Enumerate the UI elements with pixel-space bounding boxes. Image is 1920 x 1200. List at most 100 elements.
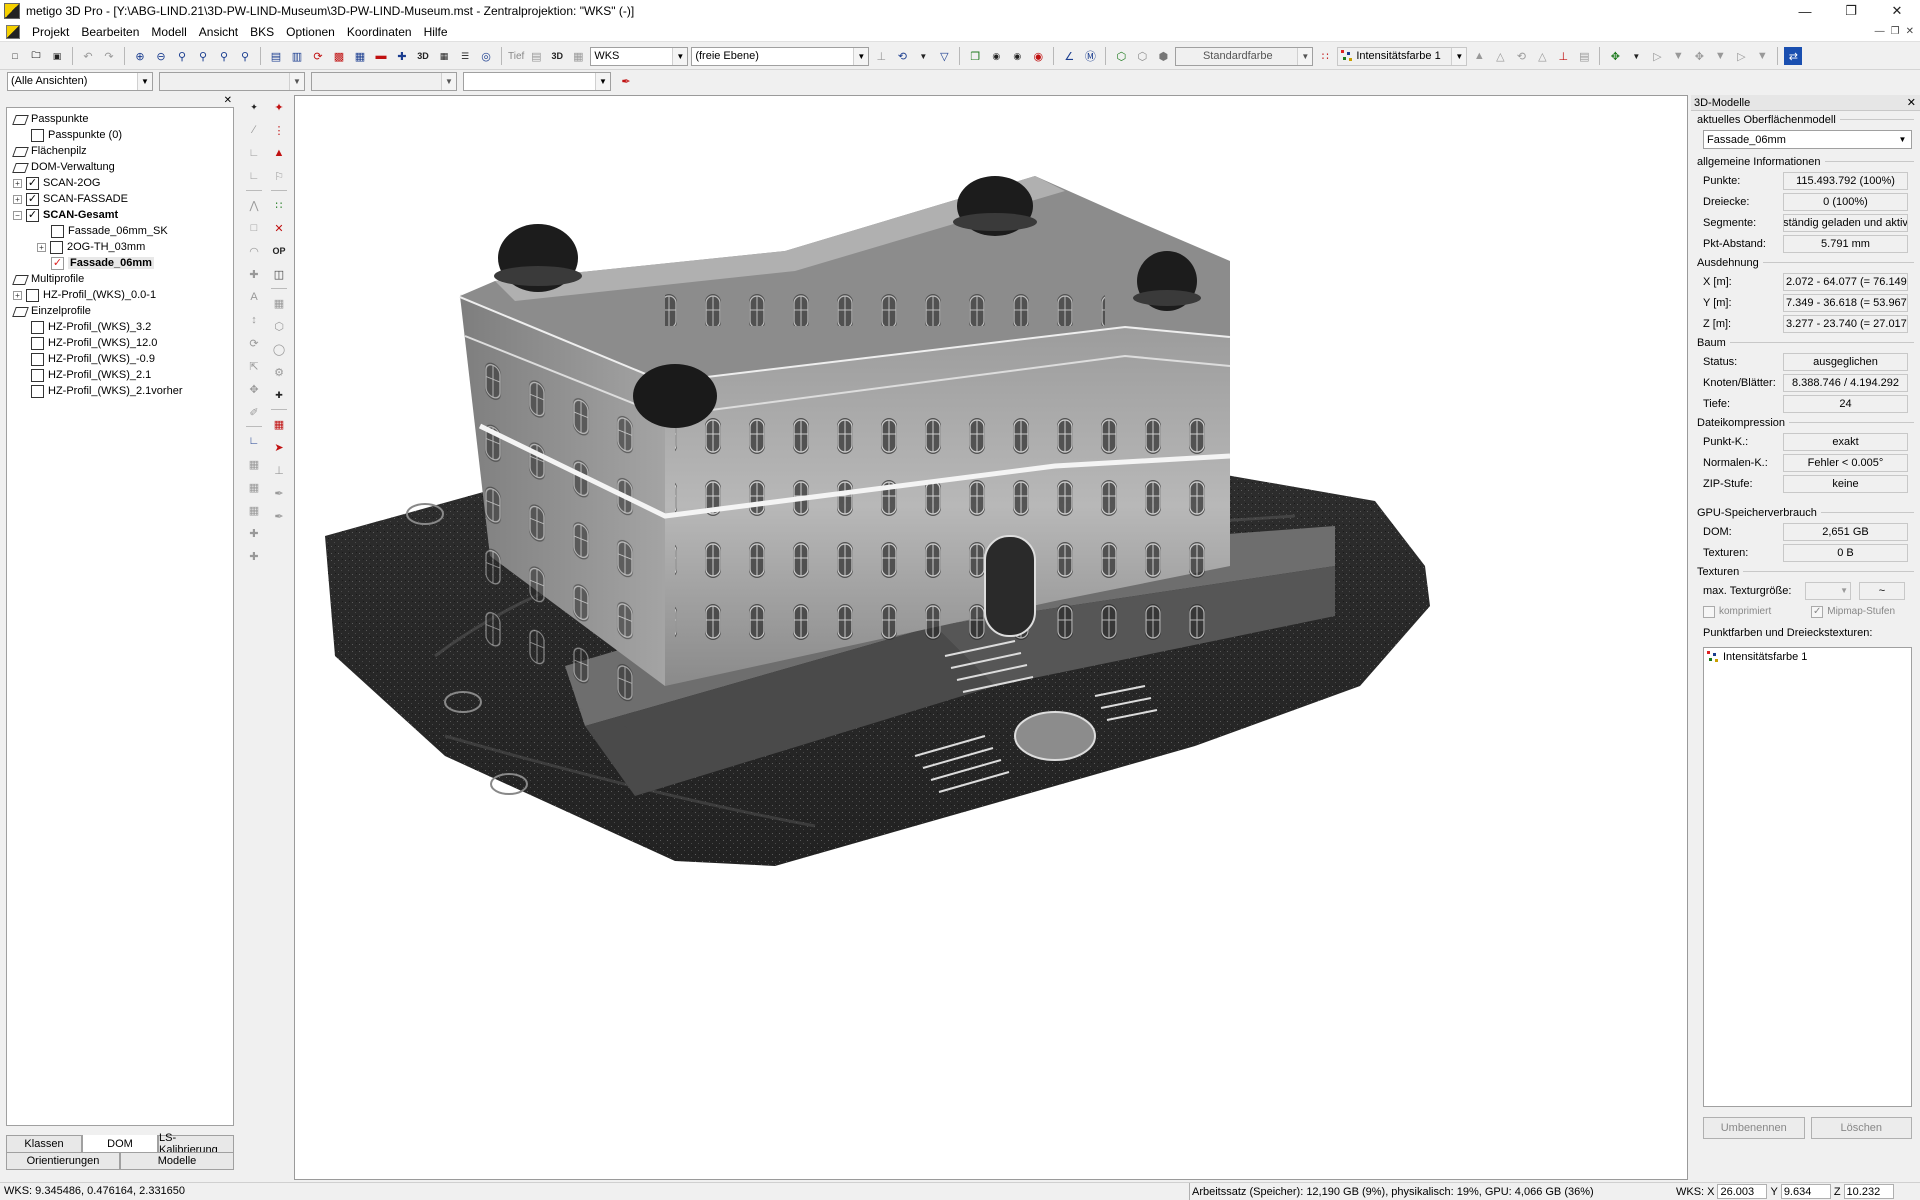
grid-icon[interactable]: ▦: [351, 47, 369, 65]
brush-icon[interactable]: ✒: [270, 507, 288, 525]
plane-tool-icon[interactable]: ⊥: [872, 47, 890, 65]
point-cross-icon[interactable]: ✦: [270, 98, 288, 116]
dropdown-arrow-icon[interactable]: ▼: [1711, 47, 1729, 65]
dropdown-arrow-icon[interactable]: ▼: [1627, 47, 1645, 65]
checkbox[interactable]: [31, 128, 44, 142]
point-cloud-render[interactable]: [295, 96, 1688, 1180]
dotted-line-icon[interactable]: ⋮: [270, 121, 288, 139]
tree-item-multiprofile[interactable]: Multiprofile: [7, 271, 233, 287]
rename-button[interactable]: Umbenennen: [1703, 1117, 1805, 1139]
log-icon[interactable]: ☰: [456, 47, 474, 65]
view-layers-icon[interactable]: ▩: [330, 47, 348, 65]
tab-modelle[interactable]: Modelle: [120, 1152, 234, 1170]
menu-modell[interactable]: Modell: [145, 25, 192, 39]
tree-icon[interactable]: ▲: [1470, 47, 1488, 65]
transform-icon[interactable]: ✥: [1690, 47, 1708, 65]
filter-icon[interactable]: ▽: [935, 47, 953, 65]
axis-tool-icon[interactable]: ⟲: [893, 47, 911, 65]
tab-klassen[interactable]: Klassen: [6, 1135, 82, 1153]
document-icon[interactable]: [6, 24, 20, 39]
close-button[interactable]: ✕: [1874, 0, 1920, 22]
bks-3d-rotate-icon[interactable]: ▦: [245, 501, 263, 519]
tree-item-hz-profil-3-2[interactable]: HZ-Profil_(WKS)_3.2: [7, 319, 233, 335]
checkbox-checked[interactable]: ✓: [26, 208, 39, 222]
depth-label[interactable]: Tief: [508, 51, 524, 62]
tree-item-hz-profil-12-0[interactable]: HZ-Profil_(WKS)_12.0: [7, 335, 233, 351]
tree-item-fassade-06mm-sk[interactable]: Fassade_06mm_SK: [7, 223, 233, 239]
collapse-icon[interactable]: −: [13, 210, 22, 220]
color-texture-list[interactable]: Intensitätsfarbe 1: [1703, 647, 1912, 1107]
minimize-button[interactable]: —: [1782, 0, 1828, 22]
flag-icon[interactable]: ⚐: [270, 167, 288, 185]
checkbox[interactable]: [31, 352, 44, 366]
mesh-icon[interactable]: ⬡: [1112, 47, 1130, 65]
app-icon[interactable]: [4, 3, 20, 19]
marker-icon[interactable]: △: [1533, 47, 1551, 65]
flip-icon[interactable]: ▷: [1732, 47, 1750, 65]
menu-hilfe[interactable]: Hilfe: [418, 25, 454, 39]
checkbox[interactable]: [31, 320, 44, 334]
tree-item-fassade-06mm[interactable]: ✓ Fassade_06mm: [7, 255, 233, 271]
doc-close-icon[interactable]: ✕: [1906, 26, 1914, 37]
nail-icon[interactable]: ✚: [245, 524, 263, 542]
undo-icon[interactable]: ↶: [79, 47, 97, 65]
checkbox[interactable]: [31, 368, 44, 382]
save-icon[interactable]: ▣: [48, 47, 66, 65]
max-texture-select[interactable]: ▼: [1805, 581, 1851, 600]
move-tool-icon[interactable]: ✥: [245, 380, 263, 398]
pins-icon[interactable]: ⊥: [1554, 47, 1572, 65]
tree-item-hz-profil-minus-0-9[interactable]: HZ-Profil_(WKS)_-0.9: [7, 351, 233, 367]
expand-icon[interactable]: +: [13, 178, 22, 188]
dimension-icon[interactable]: ↕: [245, 311, 263, 329]
expand-icon[interactable]: +: [13, 290, 22, 300]
surface-icon[interactable]: ⬢: [1154, 47, 1172, 65]
zoom-in-icon[interactable]: ⊕: [131, 47, 149, 65]
tab-ls-kalibrierung[interactable]: LS-Kalibrierung: [158, 1132, 234, 1156]
copy-icon[interactable]: ❐: [966, 47, 984, 65]
move-points-icon[interactable]: ✥: [1606, 47, 1624, 65]
active-check-icon[interactable]: ✓: [51, 256, 64, 270]
open-folder-icon[interactable]: 🗀: [27, 47, 45, 65]
expand-icon[interactable]: +: [13, 194, 22, 204]
view-front-icon[interactable]: ▤: [267, 47, 285, 65]
delete-scan-icon[interactable]: ◉: [1029, 47, 1047, 65]
line-tool-icon[interactable]: ∕: [245, 121, 263, 139]
views-select[interactable]: (Alle Ansichten) ▼: [7, 71, 153, 91]
corner-tool-icon[interactable]: ∟: [245, 167, 263, 185]
swap-icon[interactable]: ⇄: [1784, 47, 1803, 65]
expand-icon[interactable]: +: [37, 242, 46, 252]
default-color-select[interactable]: Standardfarbe ▼: [1175, 46, 1314, 66]
angle-tool-icon[interactable]: ∟: [245, 144, 263, 162]
menu-projekt[interactable]: Projekt: [26, 25, 75, 39]
tree-item-2og-th-03mm[interactable]: + 2OG-TH_03mm: [7, 239, 233, 255]
bks-3d-icon[interactable]: ▦: [245, 478, 263, 496]
tree-item-scan-fassade[interactable]: + ✓ SCAN-FASSADE: [7, 191, 233, 207]
link-icon[interactable]: ⟲: [1512, 47, 1530, 65]
zoom-out-icon[interactable]: ⊖: [152, 47, 170, 65]
menu-bks[interactable]: BKS: [244, 25, 280, 39]
toggle-3d-button[interactable]: 3D: [548, 47, 566, 65]
tree-item-passpunkte[interactable]: Passpunkte: [7, 111, 233, 127]
menu-bearbeiten[interactable]: Bearbeiten: [75, 25, 145, 39]
pen-icon[interactable]: ✒: [617, 72, 635, 90]
tree-item-einzelprofile[interactable]: Einzelprofile: [7, 303, 233, 319]
tab-dom[interactable]: DOM: [82, 1135, 158, 1153]
coord-system-select[interactable]: WKS ▼: [590, 46, 689, 66]
tree-item-dom-verwaltung[interactable]: DOM-Verwaltung: [7, 159, 233, 175]
point-cloud-icon[interactable]: ∷: [270, 196, 288, 214]
op-icon[interactable]: OP: [270, 242, 288, 260]
view-3d-icon[interactable]: 3D: [414, 47, 432, 65]
tree-item-flaechenpilz[interactable]: Flächenpilz: [7, 143, 233, 159]
select-icon[interactable]: ▷: [1648, 47, 1666, 65]
filter-select-2[interactable]: ▼: [311, 71, 457, 91]
menu-koordinaten[interactable]: Koordinaten: [341, 25, 418, 39]
target-icon[interactable]: ◎: [477, 47, 495, 65]
plane-select[interactable]: (freie Ebene) ▼: [691, 46, 870, 66]
tree-item-scan-gesamt[interactable]: − ✓ SCAN-Gesamt: [7, 207, 233, 223]
point-color-icon[interactable]: ∷: [1316, 47, 1334, 65]
rotate-tool-icon[interactable]: ⟳: [245, 334, 263, 352]
scale-tool-icon[interactable]: ⇱: [245, 357, 263, 375]
mesh-edit-icon[interactable]: ⬡: [1133, 47, 1151, 65]
measure-tool-icon[interactable]: ⊥: [270, 461, 288, 479]
pencil-icon[interactable]: ✐: [245, 403, 263, 421]
